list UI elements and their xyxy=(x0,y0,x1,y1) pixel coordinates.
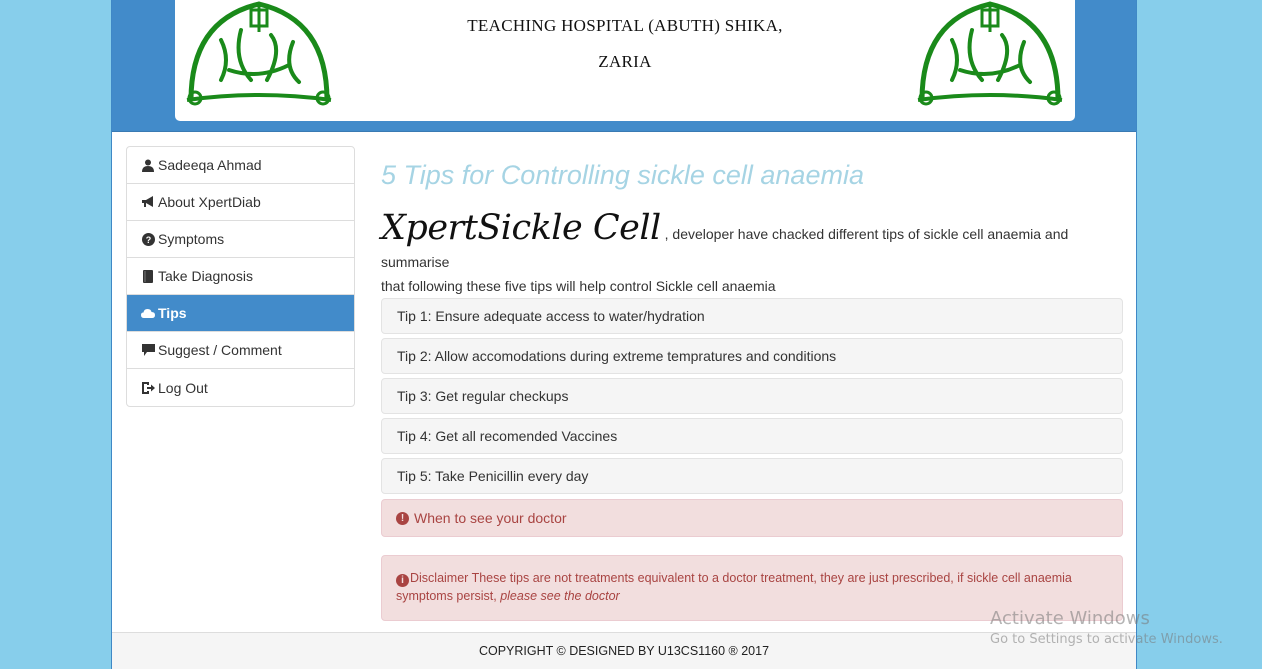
header: TEACHING HOSPITAL (ABUTH) SHIKA, ZARIA xyxy=(112,0,1136,132)
intro-paragraph: XpertSickle Cell , developer have chacke… xyxy=(381,204,1123,296)
activate-windows-watermark: Activate Windows Go to Settings to activ… xyxy=(990,608,1223,647)
question-sign-icon: ? xyxy=(141,232,155,246)
watermark-line1: Activate Windows xyxy=(990,608,1150,629)
intro-text-line2: that following these five tips will help… xyxy=(381,277,776,294)
sidebar-item-label: Suggest / Comment xyxy=(158,342,282,358)
main-content: 5 Tips for Controlling sickle cell anaem… xyxy=(381,150,1123,622)
comment-icon xyxy=(141,343,155,357)
tip-label: Tip 3: Get regular checkups xyxy=(397,388,569,405)
log-out-icon xyxy=(141,381,155,395)
exclamation-sign-icon: ! xyxy=(396,511,409,525)
sidebar-nav: Sadeeqa Ahmad About XpertDiab ? Symptoms… xyxy=(126,146,355,407)
tip-label: Tip 1: Ensure adequate access to water/h… xyxy=(397,308,705,325)
page-title: 5 Tips for Controlling sickle cell anaem… xyxy=(381,160,864,190)
see-doctor-label: When to see your doctor xyxy=(414,510,567,527)
sidebar-item-symptoms[interactable]: ? Symptoms xyxy=(127,221,354,258)
sidebar-item-label: Sadeeqa Ahmad xyxy=(158,157,262,173)
tip-item: Tip 3: Get regular checkups xyxy=(381,378,1123,415)
sidebar-item-diagnosis[interactable]: Take Diagnosis xyxy=(127,258,354,295)
sidebar-item-label: Symptoms xyxy=(158,231,225,247)
tip-label: Tip 2: Allow accomodations during extrem… xyxy=(397,348,837,365)
info-sign-icon: i xyxy=(396,574,409,588)
disclaimer-emphasis: please see the doctor xyxy=(500,588,620,603)
tip-item: Tip 2: Allow accomodations during extrem… xyxy=(381,338,1123,375)
tips-list: Tip 1: Ensure adequate access to water/h… xyxy=(381,298,1123,495)
sidebar-item-label: Log Out xyxy=(158,379,208,396)
sidebar-item-suggest[interactable]: Suggest / Comment xyxy=(127,332,354,369)
copyright-text: COPYRIGHT © DESIGNED BY U13CS1160 ® 2017 xyxy=(478,644,770,658)
tip-label: Tip 4: Get all recomended Vaccines xyxy=(397,428,618,445)
watermark-line2: Go to Settings to activate Windows. xyxy=(990,632,1223,647)
see-doctor-alert[interactable]: ! When to see your doctor xyxy=(381,499,1123,538)
sidebar-item-logout[interactable]: Log Out xyxy=(127,369,354,406)
sidebar-item-label: Tips xyxy=(158,305,187,321)
footer: COPYRIGHT © DESIGNED BY U13CS1160 ® 2017 xyxy=(112,632,1136,669)
banner: TEACHING HOSPITAL (ABUTH) SHIKA, ZARIA xyxy=(175,0,1075,121)
page-container: TEACHING HOSPITAL (ABUTH) SHIKA, ZARIA S… xyxy=(111,0,1137,669)
hospital-logo-right xyxy=(917,1,1063,106)
sidebar-item-tips[interactable]: Tips xyxy=(127,295,354,332)
sidebar-item-label: About XpertDiab xyxy=(158,194,261,210)
sidebar-item-profile[interactable]: Sadeeqa Ahmad xyxy=(127,147,354,184)
tip-item: Tip 4: Get all recomended Vaccines xyxy=(381,418,1123,455)
svg-text:?: ? xyxy=(145,235,151,245)
book-icon xyxy=(141,269,155,283)
tip-item: Tip 5: Take Penicillin every day xyxy=(381,458,1123,495)
sidebar-item-about[interactable]: About XpertDiab xyxy=(127,184,354,221)
sidebar-item-label: Take Diagnosis xyxy=(158,268,253,284)
tip-label: Tip 5: Take Penicillin every day xyxy=(397,468,589,485)
disclaimer-text: Disclaimer These tips are not treatments… xyxy=(396,571,1072,603)
bullhorn-icon xyxy=(141,195,155,209)
user-icon xyxy=(141,158,155,172)
cloud-icon xyxy=(141,306,155,320)
tip-item: Tip 1: Ensure adequate access to water/h… xyxy=(381,298,1123,335)
brand-name: XpertSickle Cell xyxy=(381,208,661,248)
